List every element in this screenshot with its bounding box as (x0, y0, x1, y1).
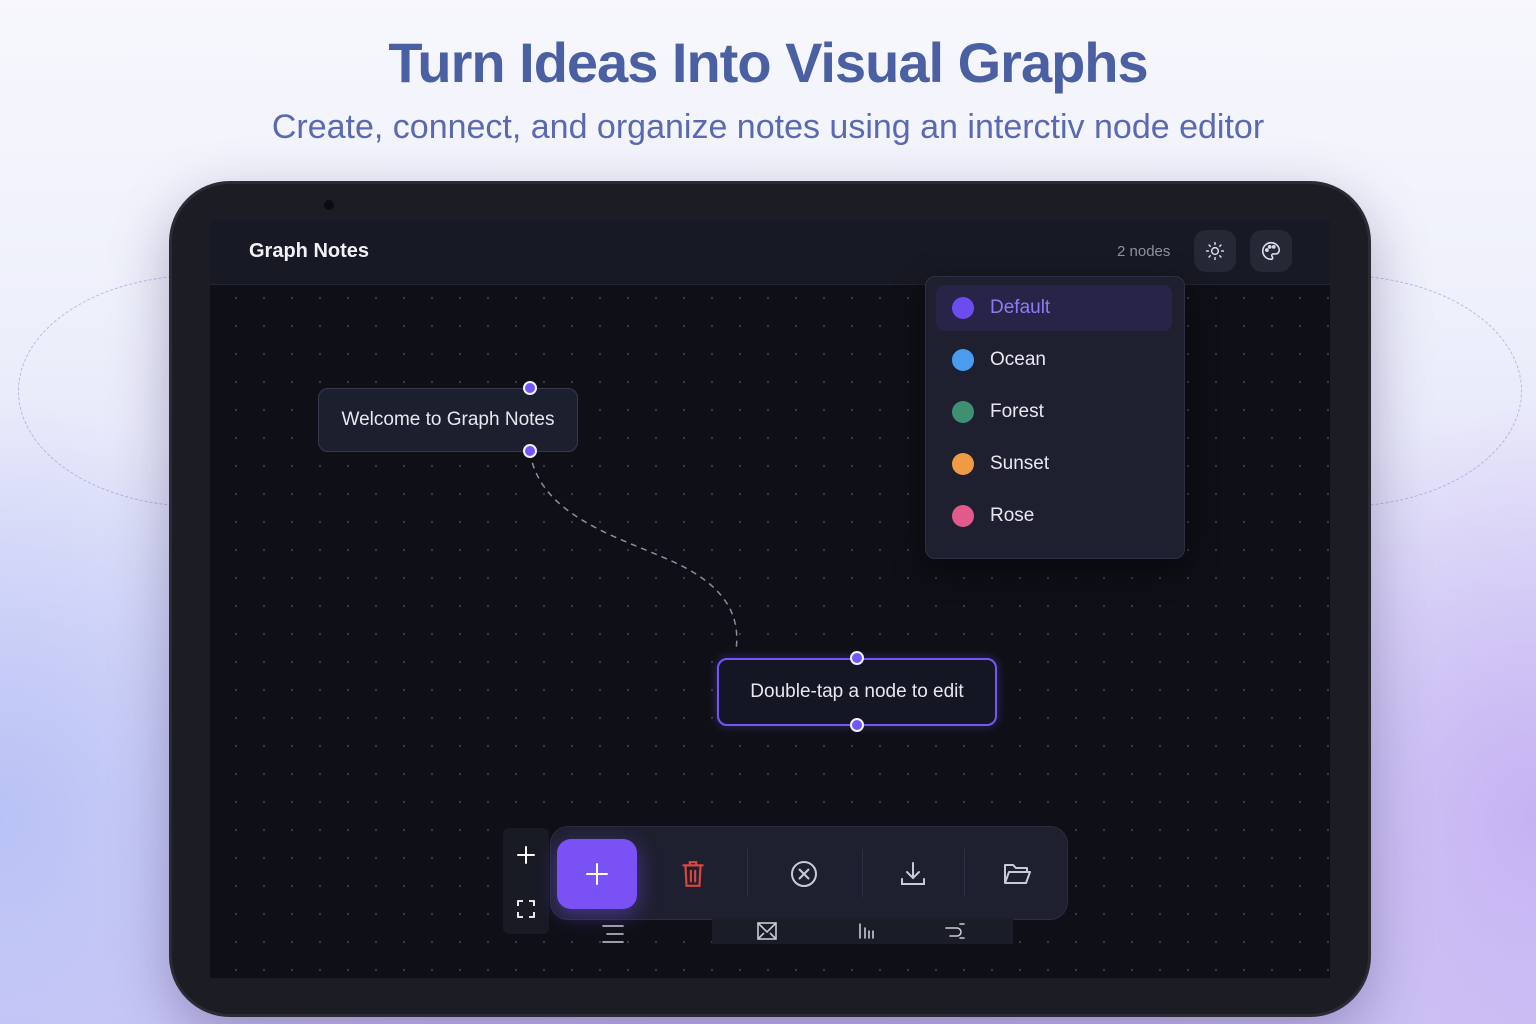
color-swatch (952, 297, 974, 319)
theme-label: Sunset (990, 453, 1050, 474)
sun-icon (1205, 241, 1225, 261)
open-button[interactable] (977, 839, 1057, 909)
zoom-in-button[interactable] (503, 830, 549, 880)
share-button[interactable] (940, 918, 970, 944)
add-node-button[interactable] (557, 839, 637, 909)
secondary-toolbar (712, 918, 1013, 944)
app-screen: Graph Notes 2 nodes Welcome to Graph Not… (210, 220, 1330, 978)
node-count: 2 nodes (1117, 243, 1171, 260)
download-button[interactable] (873, 839, 953, 909)
toolbar-divider (964, 849, 965, 897)
app-title: Graph Notes (249, 240, 370, 262)
plus-icon (586, 863, 608, 885)
toolbar-divider (747, 849, 748, 897)
theme-option-ocean[interactable]: Ocean (936, 337, 1172, 383)
fit-view-icon (517, 900, 535, 918)
theme-dropdown: Default Ocean Forest Sunset Rose (925, 276, 1185, 559)
zoom-in-icon (517, 846, 535, 864)
hero-title: Turn Ideas Into Visual Graphs (388, 31, 1148, 94)
node-welcome[interactable]: Welcome to Graph Notes (318, 388, 578, 452)
palette-button[interactable] (1250, 230, 1292, 272)
node-handle-bottom[interactable] (850, 718, 864, 732)
delete-button[interactable] (653, 839, 733, 909)
camera (324, 200, 334, 210)
theme-option-sunset[interactable]: Sunset (936, 441, 1172, 487)
theme-mode-button[interactable] (1194, 230, 1236, 272)
hero-subtitle: Create, connect, and organize notes usin… (271, 108, 1265, 146)
palette-icon (1262, 241, 1281, 261)
share-icon (945, 923, 965, 939)
fit-view-button[interactable] (503, 884, 549, 934)
node-double-tap[interactable]: Double-tap a node to edit (717, 658, 997, 726)
chart-icon (859, 923, 874, 939)
node-label: Double-tap a node to edit (750, 681, 964, 702)
theme-label: Default (990, 297, 1051, 318)
theme-option-default[interactable]: Default (936, 285, 1172, 331)
color-swatch (952, 505, 974, 527)
tablet-device: Graph Notes 2 nodes Welcome to Graph Not… (172, 184, 1368, 1014)
color-swatch (952, 453, 974, 475)
export-image-button[interactable] (752, 918, 782, 944)
color-swatch (952, 349, 974, 371)
theme-label: Forest (990, 401, 1044, 422)
node-label: Welcome to Graph Notes (341, 409, 555, 430)
image-export-icon (757, 922, 777, 940)
close-circle-icon (791, 861, 817, 887)
node-handle-top[interactable] (523, 381, 537, 395)
menu-icon[interactable] (602, 924, 624, 949)
folder-open-icon (1004, 864, 1031, 884)
theme-option-rose[interactable]: Rose (936, 493, 1172, 539)
theme-option-forest[interactable]: Forest (936, 389, 1172, 435)
theme-label: Rose (990, 505, 1035, 526)
color-swatch (952, 401, 974, 423)
node-handle-top[interactable] (850, 651, 864, 665)
bottom-toolbar (550, 826, 1068, 920)
zoom-controls (503, 828, 549, 934)
toolbar-divider (862, 849, 863, 897)
trash-icon (682, 861, 704, 887)
download-icon (901, 862, 925, 885)
stats-button[interactable] (852, 918, 882, 944)
node-handle-bottom[interactable] (523, 444, 537, 458)
clear-button[interactable] (764, 839, 844, 909)
theme-label: Ocean (990, 349, 1046, 370)
